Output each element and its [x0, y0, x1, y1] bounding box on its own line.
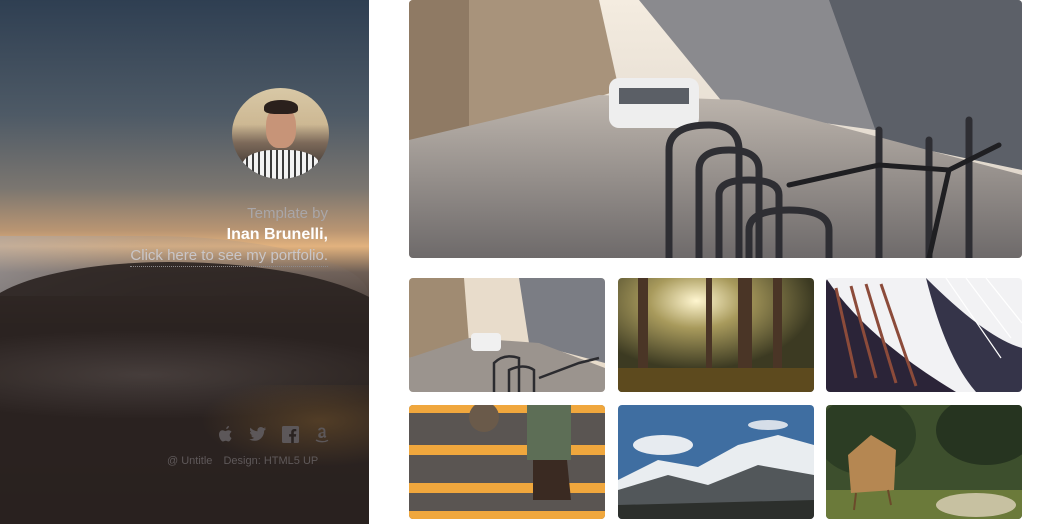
design-credit-link[interactable]: Design: HTML5 UP [223, 455, 318, 467]
thumb-hut[interactable] [826, 405, 1022, 519]
twitter-icon[interactable] [249, 425, 267, 443]
avatar-shirt [242, 150, 320, 179]
avatar-hair [264, 100, 298, 114]
tagline: Template by Inan Brunelli, Click here to… [130, 204, 328, 267]
author-name: Inan Brunelli, [226, 226, 328, 243]
thumb-stairs[interactable] [409, 405, 605, 519]
amazon-icon[interactable] [313, 425, 331, 443]
sidebar-panel: Template by Inan Brunelli, Click here to… [0, 0, 369, 524]
portfolio-link[interactable]: Click here to see my portfolio. [130, 246, 328, 267]
credits: @ Untitle Design: HTML5 UP [167, 455, 326, 467]
thumb-library[interactable] [826, 278, 1022, 392]
thumb-city-street[interactable] [409, 278, 605, 392]
social-links [217, 425, 331, 443]
template-by-label: Template by [247, 205, 328, 222]
apple-icon[interactable] [217, 425, 235, 443]
hero-image[interactable] [409, 0, 1022, 258]
avatar [232, 88, 329, 179]
thumb-forest[interactable] [618, 278, 814, 392]
facebook-icon[interactable] [281, 425, 299, 443]
thumb-mountains[interactable] [618, 405, 814, 519]
copyright-text: @ Untitle [167, 455, 213, 467]
